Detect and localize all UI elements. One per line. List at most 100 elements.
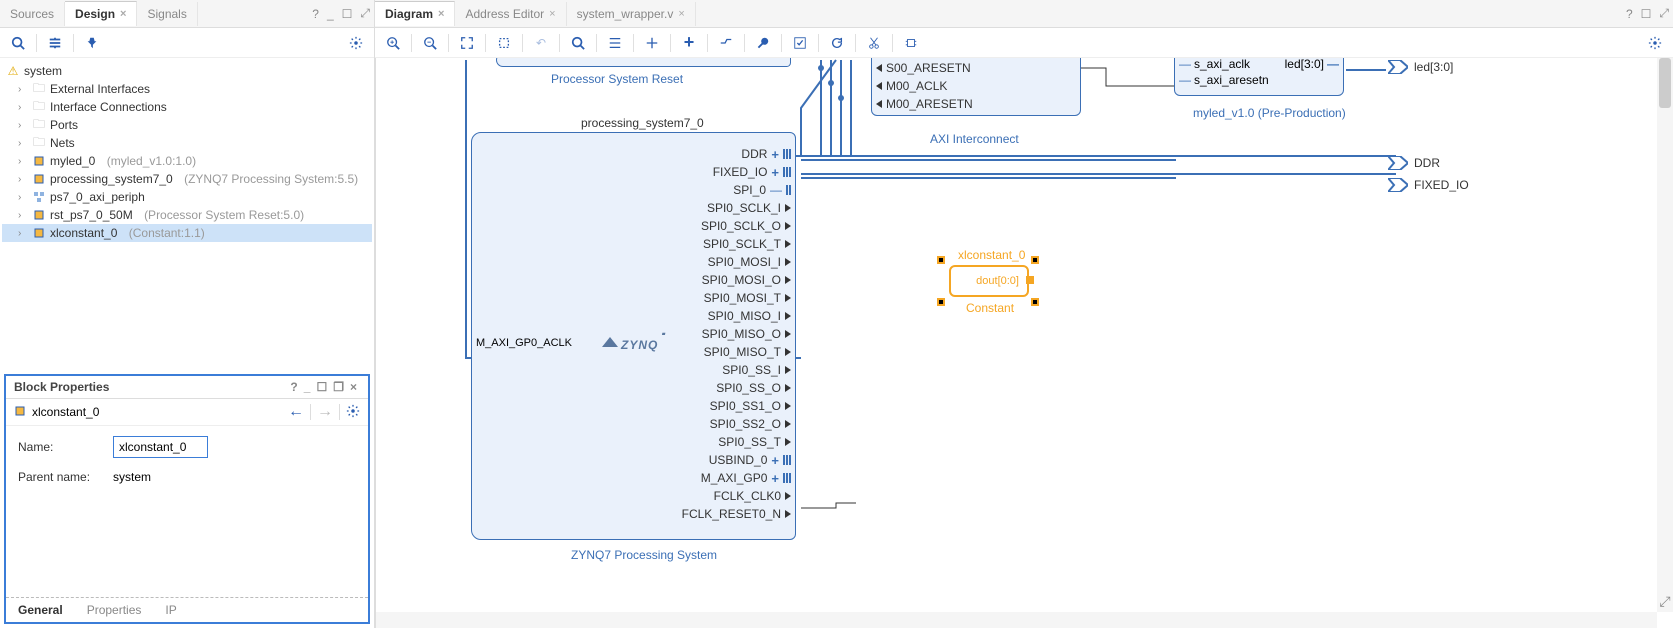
settings-button[interactable] [344,31,368,55]
reset-block[interactable] [496,58,791,67]
search-button[interactable] [6,31,30,55]
restore-icon[interactable]: ❐ [330,380,347,394]
select-area-button[interactable] [492,31,516,55]
connection-button[interactable] [714,31,738,55]
diagram-canvas[interactable]: Processor System Reset processing_system… [375,58,1673,628]
const-block[interactable]: dout[0:0] [949,265,1029,297]
port-SPI0_MISO_T: SPI0_MISO_T [615,343,795,361]
undo-button[interactable]: ↶ [529,31,553,55]
parent-label: Parent name: [18,470,103,484]
out-port-fixed[interactable]: FIXED_IO [1388,178,1469,192]
search-button[interactable] [566,31,590,55]
left-tab-bar: Sources Design× Signals ? _ ☐ ⤢ [0,0,374,28]
minimize-icon[interactable]: _ [323,7,338,21]
axi-footer: AXI Interconnect [930,132,1019,146]
ip-icon [32,154,46,168]
component-button[interactable] [899,31,923,55]
maximize-icon[interactable]: ☐ [1637,7,1656,21]
tree-item[interactable]: ›ps7_0_axi_periph [2,188,372,206]
port-SPI0_SS1_O: SPI0_SS1_O [615,397,795,415]
forward-button[interactable]: → [317,403,333,421]
close-icon[interactable]: × [438,8,444,20]
axi-block[interactable]: S00_ARESETN M00_ACLK M00_ARESETN [871,58,1081,116]
maximize-icon[interactable]: ☐ [338,7,357,21]
selection-handle[interactable] [937,256,945,264]
props-heading: xlconstant_0 [32,405,99,419]
out-port-led[interactable]: led[3:0] [1388,60,1453,74]
reset-label: Processor System Reset [551,72,683,86]
tab-wrapper[interactable]: system_wrapper.v× [567,2,696,26]
zoom-in-button[interactable] [381,31,405,55]
folder-icon: 🗀 [32,82,46,96]
tab-diagram[interactable]: Diagram× [375,1,455,26]
out-port-ddr[interactable]: DDR [1388,156,1440,170]
tree-item[interactable]: ›🗀Ports [2,116,372,134]
settings-button[interactable] [1643,31,1667,55]
tree-item[interactable]: ›🗀External Interfaces [2,80,372,98]
tree-item[interactable]: ›🗀Nets [2,134,372,152]
ps7-block[interactable]: M_AXI_GP0_ACLK ZYNQ˙ DDR+FIXED_IO+SPI_0—… [471,132,796,540]
wrench-button[interactable] [751,31,775,55]
close-icon[interactable]: × [347,380,360,394]
selection-handle[interactable] [1031,298,1039,306]
maximize-icon[interactable]: ☐ [313,380,330,394]
expand-icon[interactable]: ⤢ [356,6,374,21]
cut-button[interactable] [862,31,886,55]
collapse-all-button[interactable] [43,31,67,55]
help-icon[interactable]: ? [287,380,300,394]
zoom-fit-button[interactable] [455,31,479,55]
name-label: Name: [18,440,103,454]
horizontal-scroll-area[interactable] [376,612,1657,628]
expand-icon[interactable]: ⤢ [1655,6,1673,21]
ip-icon [32,172,46,186]
design-tree[interactable]: ⚠ system ›🗀External Interfaces ›🗀Interfa… [0,58,374,368]
tree-item[interactable]: ›🗀Interface Connections [2,98,372,116]
minimize-icon[interactable]: _ [301,380,314,394]
tree-root[interactable]: ⚠ system [2,62,372,80]
port-FCLK_RESET0_N: FCLK_RESET0_N [615,505,795,523]
name-input[interactable] [113,436,208,458]
back-button[interactable]: ← [288,403,304,421]
port-SPI0_SS_I: SPI0_SS_I [615,361,795,379]
help-icon[interactable]: ? [308,7,323,21]
help-icon[interactable]: ? [1622,7,1637,21]
port-SPI0_SS_O: SPI0_SS_O [615,379,795,397]
tab-address-editor[interactable]: Address Editor× [455,2,566,26]
align-button[interactable] [603,31,627,55]
pin-button[interactable] [80,31,104,55]
add-button[interactable]: + [677,31,701,55]
port-SPI0_MOSI_T: SPI0_MOSI_T [615,289,795,307]
ps7-name: processing_system7_0 [581,116,704,130]
close-icon[interactable]: × [120,8,126,20]
settings-icon[interactable] [346,404,360,421]
tab-signals[interactable]: Signals [137,2,197,26]
tab-general[interactable]: General [6,598,75,622]
tree-item[interactable]: ›myled_0 (myled_v1.0:1.0) [2,152,372,170]
close-icon[interactable]: × [678,8,684,20]
tree-item[interactable]: ›processing_system7_0 (ZYNQ7 Processing … [2,170,372,188]
port-SPI0_MISO_I: SPI0_MISO_I [615,307,795,325]
myled-footer: myled_v1.0 (Pre-Production) [1193,106,1346,120]
parent-value: system [113,470,151,484]
myled-block[interactable]: —s_axi_aclk —s_axi_aresetn led[3:0]— [1174,58,1344,96]
tree-item[interactable]: ›rst_ps7_0_50M (Processor System Reset:5… [2,206,372,224]
ip-icon [14,405,26,420]
port-SPI0_SCLK_O: SPI0_SCLK_O [615,217,795,235]
split-button[interactable] [640,31,664,55]
tab-ip[interactable]: IP [153,598,188,622]
ps7-footer: ZYNQ7 Processing System [571,548,717,562]
tab-sources[interactable]: Sources [0,2,65,26]
selection-handle[interactable] [1031,256,1039,264]
selection-handle[interactable] [937,298,945,306]
ps7-left-port: M_AXI_GP0_ACLK [476,337,572,349]
close-icon[interactable]: × [549,8,555,20]
zoom-out-button[interactable] [418,31,442,55]
tree-item-selected[interactable]: ›xlconstant_0 (Constant:1.1) [2,224,372,242]
vertical-scrollbar[interactable]: ⤢ [1657,58,1673,612]
refresh-button[interactable] [825,31,849,55]
tab-properties[interactable]: Properties [75,598,154,622]
port-USBIND_0: USBIND_0+ [615,451,795,469]
port-SPI0_MISO_O: SPI0_MISO_O [615,325,795,343]
tab-design[interactable]: Design× [65,1,137,26]
validate-button[interactable] [788,31,812,55]
